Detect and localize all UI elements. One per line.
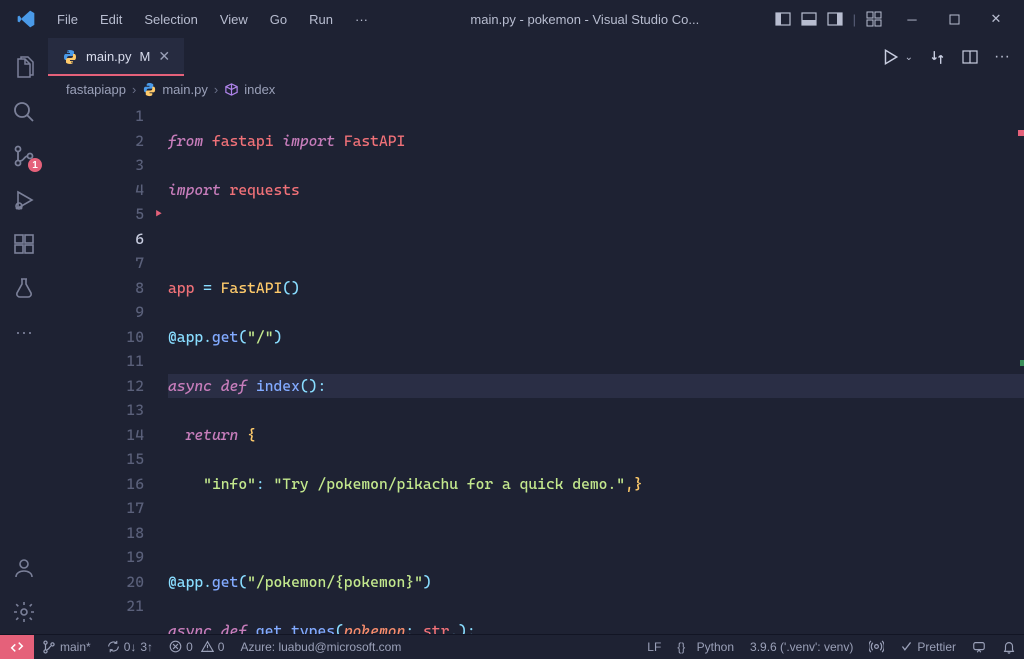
ruler-error-mark xyxy=(1018,130,1024,136)
azure-account[interactable]: Azure: luabud@microsoft.com xyxy=(232,635,409,658)
window-controls: ─ ✕ xyxy=(892,4,1016,34)
editor-group: main.py M ✕ ⌄ ··· fastapiapp › main.py xyxy=(48,38,1024,634)
tab-label: main.py xyxy=(86,49,132,64)
ruler-change-mark xyxy=(1020,360,1024,366)
python-file-icon xyxy=(62,49,78,65)
accounts-icon[interactable] xyxy=(0,546,48,590)
extensions-icon[interactable] xyxy=(0,222,48,266)
menu-overflow[interactable]: ··· xyxy=(346,8,377,31)
tab-bar: main.py M ✕ ⌄ ··· xyxy=(48,38,1024,76)
breadcrumb-folder[interactable]: fastapiapp xyxy=(66,82,126,97)
breadcrumb-file[interactable]: main.py xyxy=(142,82,208,97)
maximize-button[interactable] xyxy=(934,4,974,34)
eol-indicator[interactable]: LF xyxy=(639,635,669,658)
close-button[interactable]: ✕ xyxy=(976,4,1016,34)
split-editor-icon[interactable] xyxy=(962,49,978,65)
editor-more-icon[interactable]: ··· xyxy=(994,48,1010,66)
more-icon[interactable]: ··· xyxy=(0,310,48,354)
activity-bar: 1 ··· xyxy=(0,38,48,634)
breadcrumb[interactable]: fastapiapp › main.py › index xyxy=(48,76,1024,102)
chevron-right-icon: › xyxy=(214,82,218,97)
tab-main-py[interactable]: main.py M ✕ xyxy=(48,38,184,76)
run-dropdown-icon[interactable]: ⌄ xyxy=(905,52,913,63)
title-bar: File Edit Selection View Go Run ··· main… xyxy=(0,0,1024,38)
git-sync[interactable]: 0↓ 3↑ xyxy=(99,635,161,658)
problems[interactable]: 0 0 xyxy=(161,635,232,658)
explorer-icon[interactable] xyxy=(0,46,48,90)
window-title: main.py - pokemon - Visual Studio Co... xyxy=(377,12,773,27)
overview-ruler[interactable] xyxy=(1010,102,1024,634)
notifications-bell-icon[interactable] xyxy=(994,635,1024,658)
menu-selection[interactable]: Selection xyxy=(135,8,206,31)
testing-icon[interactable] xyxy=(0,266,48,310)
tab-close-icon[interactable]: ✕ xyxy=(158,48,170,65)
tab-modified-indicator: M xyxy=(140,49,151,64)
toggle-panel-right-icon[interactable] xyxy=(825,9,845,29)
run-file-icon[interactable] xyxy=(881,48,899,66)
menu-file[interactable]: File xyxy=(48,8,87,31)
scm-badge: 1 xyxy=(28,158,42,172)
menu-view[interactable]: View xyxy=(211,8,257,31)
settings-gear-icon[interactable] xyxy=(0,590,48,634)
remote-indicator[interactable] xyxy=(0,635,34,659)
go-live[interactable] xyxy=(861,635,892,658)
toggle-panel-bottom-icon[interactable] xyxy=(799,9,819,29)
search-icon[interactable] xyxy=(0,90,48,134)
main-area: 1 ··· main.py M ✕ xyxy=(0,38,1024,634)
vscode-logo-icon xyxy=(16,9,36,29)
code-content[interactable]: from fastapi import FastAPI import reque… xyxy=(168,102,1024,634)
layout-controls: | xyxy=(773,9,884,29)
diff-changes-icon[interactable] xyxy=(929,49,946,66)
menu-edit[interactable]: Edit xyxy=(91,8,131,31)
prettier-status[interactable]: Prettier xyxy=(892,635,964,658)
editor-actions: ⌄ ··· xyxy=(867,38,1024,76)
source-control-icon[interactable]: 1 xyxy=(0,134,48,178)
menu-run[interactable]: Run xyxy=(300,8,342,31)
chevron-right-icon: › xyxy=(132,82,136,97)
customize-layout-icon[interactable] xyxy=(864,9,884,29)
minimize-button[interactable]: ─ xyxy=(892,4,932,34)
line-number-gutter: 1 2 3 4 5▶ 6 7 8 9 10 11 12 13 14 15 16 … xyxy=(48,102,168,634)
run-debug-icon[interactable] xyxy=(0,178,48,222)
breadcrumb-symbol[interactable]: index xyxy=(224,82,275,97)
language-mode[interactable]: {} Python xyxy=(669,635,742,658)
toggle-panel-left-icon[interactable] xyxy=(773,9,793,29)
code-editor[interactable]: 1 2 3 4 5▶ 6 7 8 9 10 11 12 13 14 15 16 … xyxy=(48,102,1024,634)
python-interpreter[interactable]: 3.9.6 ('.venv': venv) xyxy=(742,635,861,658)
git-branch[interactable]: main* xyxy=(34,635,99,658)
menu-bar: File Edit Selection View Go Run ··· xyxy=(48,8,377,31)
feedback-icon[interactable] xyxy=(964,635,994,658)
breakpoint-arrow-icon[interactable]: ▶ xyxy=(156,202,162,227)
menu-go[interactable]: Go xyxy=(261,8,296,31)
status-bar: main* 0↓ 3↑ 0 0 Azure: luabud@microsoft.… xyxy=(0,634,1024,658)
